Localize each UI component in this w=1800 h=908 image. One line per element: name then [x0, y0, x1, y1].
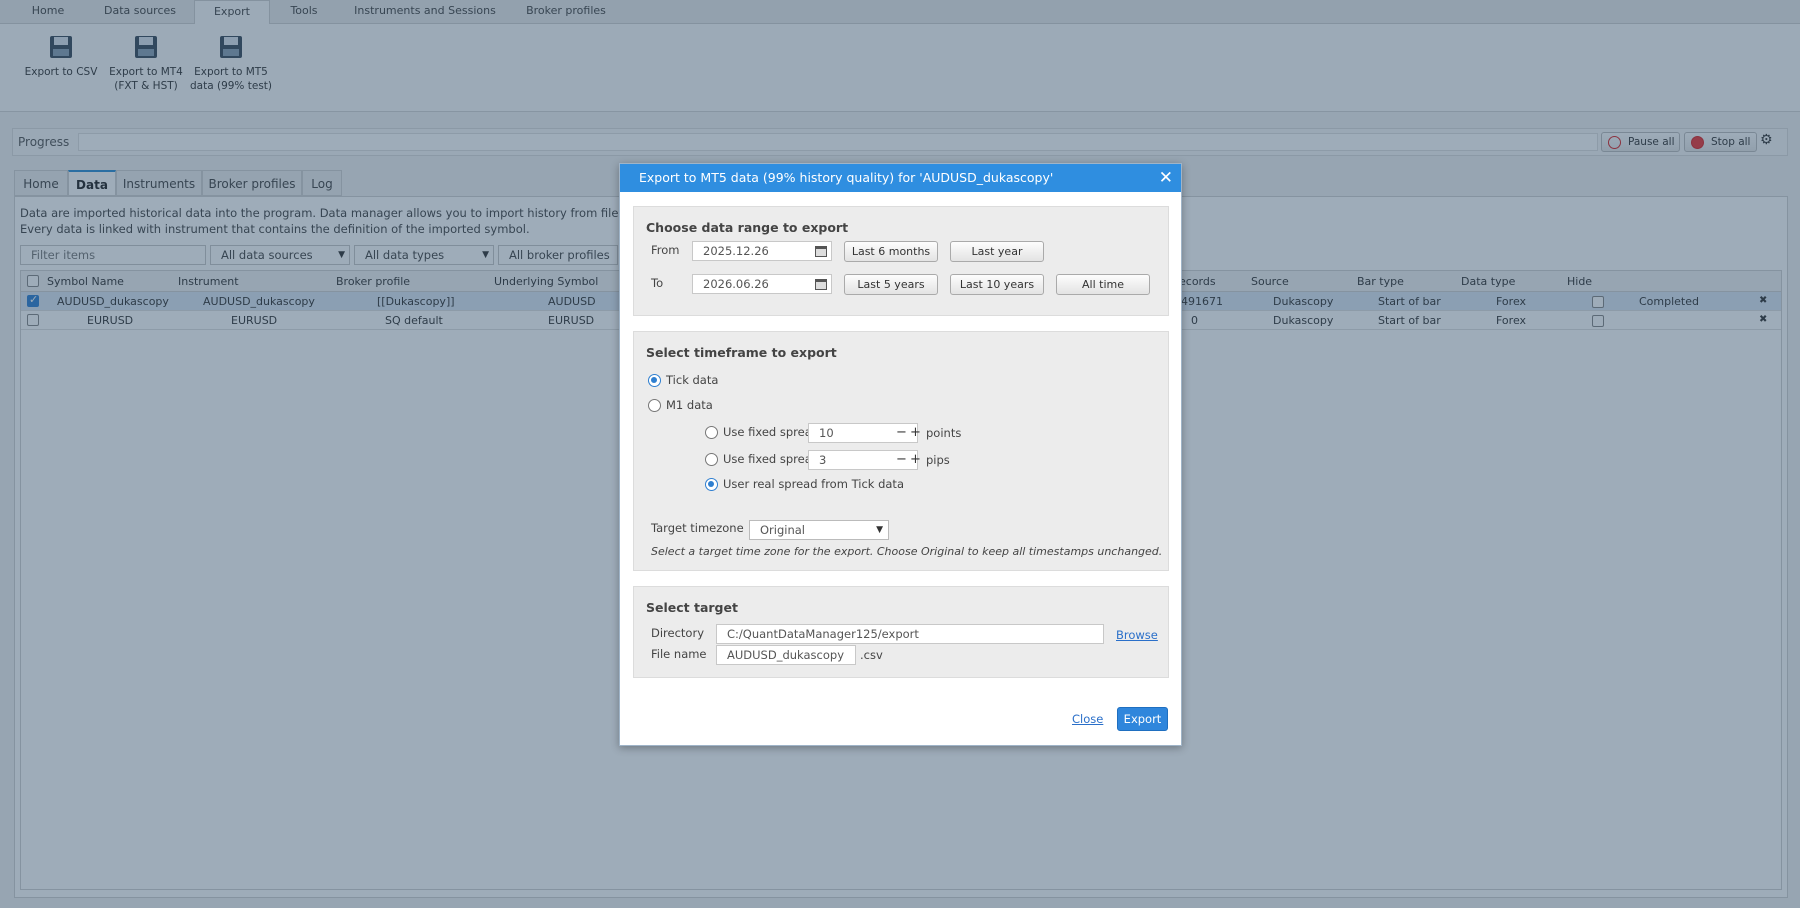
- directory-input[interactable]: C:/QuantDataManager125/export: [716, 624, 1104, 644]
- plus-icon[interactable]: +: [910, 453, 921, 467]
- timezone-value: Original: [760, 523, 806, 537]
- target-section: Select target Directory C:/QuantDataMana…: [633, 586, 1169, 678]
- to-date-value: 2026.06.26: [703, 277, 769, 291]
- close-icon[interactable]: ✕: [1159, 168, 1173, 188]
- close-link[interactable]: Close: [1072, 712, 1103, 726]
- tick-data-radio[interactable]: [648, 374, 661, 387]
- pips-unit: pips: [926, 453, 950, 467]
- last-10-years-button[interactable]: Last 10 years: [950, 274, 1044, 295]
- file-extension: .csv: [860, 648, 883, 662]
- tick-data-label: Tick data: [666, 373, 719, 387]
- export-mt5-dialog: Export to MT5 data (99% history quality)…: [619, 163, 1182, 746]
- fixed-pips-radio[interactable]: [705, 453, 718, 466]
- target-heading: Select target: [646, 600, 738, 615]
- timezone-label: Target timezone: [651, 521, 744, 535]
- from-date-input[interactable]: 2025.12.26: [692, 241, 832, 261]
- to-label: To: [651, 276, 664, 290]
- timeframe-heading: Select timeframe to export: [646, 345, 837, 360]
- file-name-input[interactable]: AUDUSD_dukascopy: [716, 645, 856, 665]
- dialog-titlebar: Export to MT5 data (99% history quality)…: [620, 164, 1181, 192]
- timezone-hint: Select a target time zone for the export…: [651, 545, 1163, 558]
- dialog-title: Export to MT5 data (99% history quality)…: [639, 170, 1054, 185]
- last-year-button[interactable]: Last year: [950, 241, 1044, 262]
- to-date-input[interactable]: 2026.06.26: [692, 274, 832, 294]
- app-window: Home Data sources Export Tools Instrumen…: [0, 0, 1800, 908]
- file-name-label: File name: [651, 647, 707, 661]
- last-5-years-button[interactable]: Last 5 years: [844, 274, 938, 295]
- fixed-pips-label: Use fixed spread: [723, 452, 820, 466]
- directory-label: Directory: [651, 626, 705, 640]
- export-button[interactable]: Export: [1117, 707, 1168, 731]
- plus-icon[interactable]: +: [910, 426, 921, 440]
- minus-icon[interactable]: −: [896, 426, 907, 440]
- from-label: From: [651, 243, 680, 257]
- timezone-select[interactable]: Original ▼: [749, 520, 889, 540]
- calendar-icon[interactable]: [814, 244, 828, 258]
- from-date-value: 2025.12.26: [703, 244, 769, 258]
- real-spread-radio[interactable]: [705, 478, 718, 491]
- fixed-points-radio[interactable]: [705, 426, 718, 439]
- points-unit: points: [926, 426, 962, 440]
- all-time-button[interactable]: All time: [1056, 274, 1150, 295]
- fixed-points-label: Use fixed spread: [723, 425, 820, 439]
- last-6-months-button[interactable]: Last 6 months: [844, 241, 938, 262]
- range-section: Choose data range to export From 2025.12…: [633, 206, 1169, 316]
- minus-icon[interactable]: −: [896, 453, 907, 467]
- m1-data-radio[interactable]: [648, 399, 661, 412]
- range-heading: Choose data range to export: [646, 220, 849, 235]
- real-spread-label: User real spread from Tick data: [723, 477, 904, 491]
- browse-link[interactable]: Browse: [1116, 628, 1158, 642]
- m1-data-label: M1 data: [666, 398, 713, 412]
- timeframe-section: Select timeframe to export Tick data M1 …: [633, 331, 1169, 571]
- chevron-down-icon: ▼: [876, 525, 883, 535]
- calendar-icon[interactable]: [814, 277, 828, 291]
